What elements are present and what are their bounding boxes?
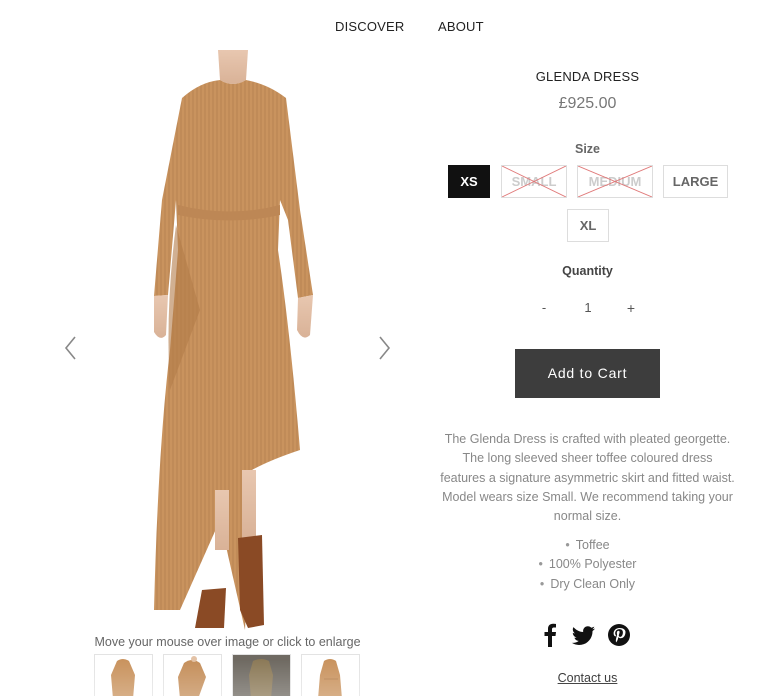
gallery-prev-button[interactable] xyxy=(61,333,81,363)
product-price: £925.00 xyxy=(558,95,617,112)
pinterest-icon xyxy=(608,624,630,646)
facebook-share-button[interactable] xyxy=(543,623,557,647)
size-option-large[interactable]: LARGE xyxy=(663,165,728,198)
thumbnail-3[interactable] xyxy=(232,654,291,696)
feature-item: Dry Clean Only xyxy=(440,575,735,594)
thumbnail-4[interactable] xyxy=(301,654,360,696)
main-product-image[interactable] xyxy=(140,50,325,633)
quantity-input[interactable]: 1 xyxy=(568,300,608,315)
sold-out-cross-icon xyxy=(578,166,652,197)
size-option-medium[interactable]: MEDIUM xyxy=(577,165,653,198)
nav-discover-link[interactable]: DISCOVER xyxy=(335,19,405,34)
twitter-icon xyxy=(571,626,595,645)
quantity-label: Quantity xyxy=(562,264,613,278)
size-option-xl[interactable]: XL xyxy=(567,209,609,242)
product-description: The Glenda Dress is crafted with pleated… xyxy=(440,432,735,524)
quantity-stepper: - 1 + xyxy=(530,300,645,318)
facebook-icon xyxy=(544,623,556,647)
size-option-xs[interactable]: XS xyxy=(448,165,490,198)
add-to-cart-button[interactable]: Add to Cart xyxy=(515,349,660,398)
zoom-hint-text: Move your mouse over image or click to e… xyxy=(94,635,361,649)
dress-photo xyxy=(154,50,313,630)
quantity-increase-button[interactable]: + xyxy=(617,300,645,316)
feature-item: 100% Polyester xyxy=(440,555,735,574)
thumbnail-1[interactable] xyxy=(94,654,153,696)
size-label: Size xyxy=(574,142,600,156)
chevron-left-icon xyxy=(64,336,76,360)
product-title: GLENDA DRESS xyxy=(535,69,640,84)
sold-out-cross-icon xyxy=(502,166,566,197)
feature-item: Toffee xyxy=(440,536,735,555)
social-share xyxy=(543,623,638,647)
size-option-small[interactable]: SMALL xyxy=(501,165,567,198)
product-info: GLENDA DRESS £925.00 Size XS SMALL MEDIU… xyxy=(440,0,735,696)
contact-us-link[interactable]: Contact us xyxy=(440,671,735,685)
thumbnail-strip xyxy=(94,654,364,696)
thumbnail-2[interactable] xyxy=(163,654,222,696)
quantity-decrease-button[interactable]: - xyxy=(530,300,558,315)
dress-thumbnail-icon xyxy=(233,655,290,696)
twitter-share-button[interactable] xyxy=(570,623,596,647)
dress-thumbnail-icon xyxy=(111,659,135,696)
product-gallery: Move your mouse over image or click to e… xyxy=(0,50,440,696)
gallery-next-button[interactable] xyxy=(374,333,394,363)
product-features: Toffee 100% Polyester Dry Clean Only xyxy=(440,536,735,594)
chevron-right-icon xyxy=(379,336,391,360)
dress-thumbnail-icon xyxy=(178,656,206,696)
dress-thumbnail-icon xyxy=(318,659,342,696)
pinterest-share-button[interactable] xyxy=(607,623,631,647)
